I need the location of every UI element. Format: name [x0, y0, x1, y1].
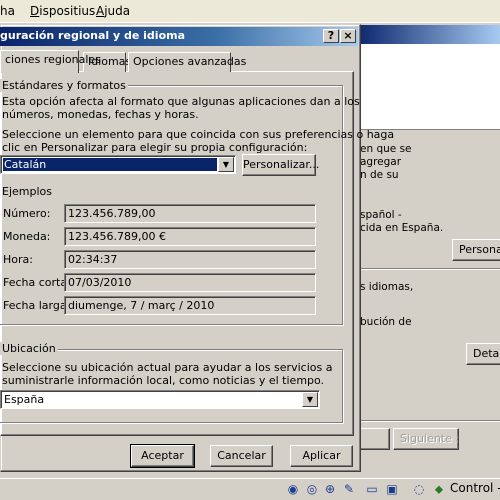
example-currency-label: Moneda: — [3, 230, 51, 243]
menu-item-ajuda[interactable]: Ajuda — [96, 4, 130, 18]
personalize-background-button[interactable]: Personali — [452, 239, 500, 261]
format-select-value: Catalán — [4, 158, 47, 171]
location-label: Ubicación — [0, 342, 58, 355]
back-background-button[interactable] — [360, 428, 390, 450]
example-short-date-label: Fecha corta: — [3, 276, 71, 289]
shared-folder-icon[interactable]: ▭ — [365, 482, 379, 496]
location-description: suministrarle información local, como no… — [2, 374, 325, 387]
cd-icon[interactable]: ◎ — [305, 482, 319, 496]
chevron-down-icon[interactable]: ▼ — [302, 392, 318, 407]
tab-regional-options[interactable]: ciones regionales — [0, 50, 101, 73]
network-icon[interactable]: ✎ — [342, 482, 356, 496]
menu-item-dispositius[interactable]: Dispositius — [30, 4, 95, 18]
tab-advanced-options[interactable]: Opciones avanzadas — [128, 52, 246, 72]
menu-accel-d: D — [30, 4, 40, 18]
customize-button[interactable]: Personalizar... — [242, 154, 319, 176]
standards-instructions: Seleccione un elemento para que coincida… — [2, 128, 395, 141]
display-icon[interactable]: ▣ — [385, 482, 399, 496]
next-background-button[interactable]: Siguiente > — [393, 428, 459, 450]
example-long-date-label: Fecha larga: — [3, 299, 71, 312]
examples-label: Ejemplos — [2, 185, 52, 198]
cancel-button[interactable]: Cancelar — [210, 445, 273, 467]
standards-instructions: clic en Personalizar para elegir su prop… — [2, 141, 308, 154]
background-text: spañol - — [360, 209, 402, 221]
location-select-value: España — [4, 393, 45, 406]
host-key-label: Control - — [450, 481, 500, 495]
close-button[interactable]: × — [340, 29, 356, 43]
background-text: cida en España. — [360, 222, 444, 234]
location-select[interactable]: España ▼ — [0, 390, 320, 409]
background-divider — [355, 420, 500, 422]
host-key-icon[interactable]: ⬥ — [432, 482, 446, 496]
example-long-date-field: diumenge, 7 / març / 2010 — [64, 296, 316, 315]
example-time-label: Hora: — [3, 253, 33, 266]
hard-disk-icon[interactable]: ◉ — [286, 482, 300, 496]
menu-label-rest: juda — [104, 4, 131, 18]
apply-button[interactable]: Aplicar — [290, 445, 353, 467]
location-description: Seleccione su ubicación actual para ayud… — [2, 361, 333, 374]
standards-description: Esta opción afecta al formato que alguna… — [2, 95, 360, 108]
dialog-title: guración regional y de idioma — [0, 29, 186, 42]
background-window-titlebar — [355, 25, 500, 44]
background-window-header — [355, 44, 500, 130]
example-currency-field: 123.456.789,00 € — [64, 227, 316, 246]
menu-accel-a: A — [96, 4, 105, 18]
menu-label-rest: ispositius — [39, 4, 96, 18]
help-button[interactable]: ? — [323, 29, 339, 43]
background-text: en que se — [360, 143, 412, 155]
standards-description: números, monedas, fechas y horas. — [2, 108, 199, 121]
chevron-down-icon[interactable]: ▼ — [218, 157, 234, 172]
format-select[interactable]: Catalán ▼ — [0, 155, 236, 174]
background-text: s idiomas, — [360, 281, 414, 293]
menubar: ha Dispositius Ajuda — [0, 0, 500, 23]
example-time-field: 02:34:37 — [64, 250, 316, 269]
details-background-button[interactable]: Detalle — [466, 343, 500, 365]
accept-button[interactable]: Aceptar — [130, 444, 195, 468]
record-icon[interactable]: ◌ — [412, 482, 426, 496]
background-text: bución de — [360, 316, 412, 328]
example-short-date-field: 07/03/2010 — [64, 273, 316, 292]
background-text: n de su — [360, 169, 399, 181]
usb-icon[interactable]: ⊕ — [323, 482, 337, 496]
background-text: agregar — [360, 156, 402, 168]
example-number-field: 123.456.789,00 — [64, 204, 316, 223]
standards-formats-label: Estándares y formatos — [0, 79, 128, 92]
background-divider — [355, 268, 500, 270]
menu-item-ha[interactable]: ha — [0, 4, 15, 18]
example-number-label: Número: — [3, 207, 51, 220]
